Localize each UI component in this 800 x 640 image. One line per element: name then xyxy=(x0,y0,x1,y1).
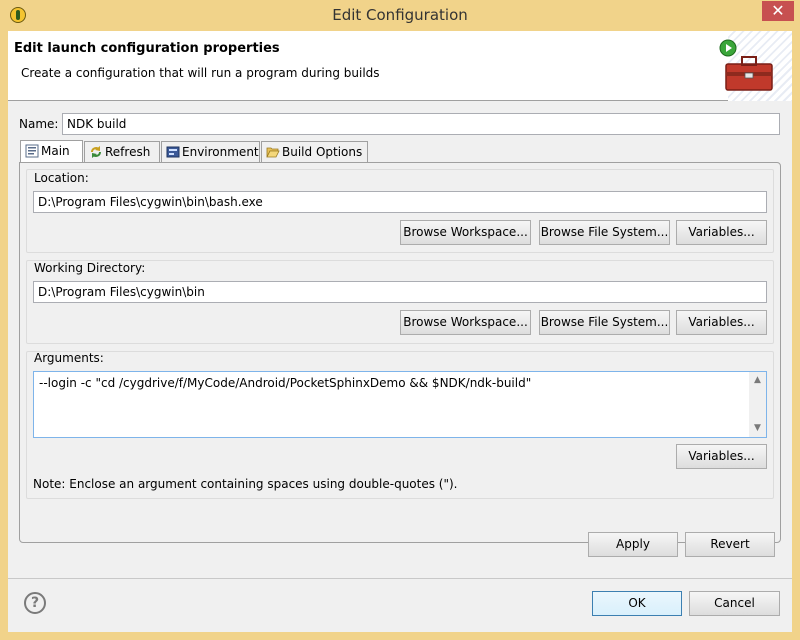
tab-main-label: Main xyxy=(41,144,70,158)
help-icon[interactable]: ? xyxy=(24,592,46,614)
tab-environment-label: Environment xyxy=(182,145,259,159)
location-browse-workspace-button[interactable]: Browse Workspace... xyxy=(400,220,531,245)
scroll-down-arrow-icon[interactable]: ▼ xyxy=(749,420,766,437)
folder-open-icon xyxy=(266,147,280,158)
tab-build-options-label: Build Options xyxy=(282,145,363,159)
arguments-variables-button[interactable]: Variables... xyxy=(676,444,767,469)
tab-build-options[interactable]: Build Options xyxy=(261,141,368,163)
working-directory-browse-filesystem-button[interactable]: Browse File System... xyxy=(539,310,670,335)
working-directory-variables-button[interactable]: Variables... xyxy=(676,310,767,335)
arguments-label: Arguments: xyxy=(34,351,104,365)
tab-environment[interactable]: Environment xyxy=(161,141,260,163)
window-title: Edit Configuration xyxy=(332,6,468,24)
main-content: Name: NDK build Main Refresh Environment… xyxy=(8,102,792,579)
toolbox-run-icon xyxy=(719,39,773,91)
arguments-note: Note: Enclose an argument containing spa… xyxy=(33,477,458,491)
dialog-window: Edit Configuration ✕ Edit launch configu… xyxy=(0,0,800,640)
tab-refresh-label: Refresh xyxy=(105,145,151,159)
scroll-up-arrow-icon[interactable]: ▲ xyxy=(749,372,766,389)
dialog-banner: Edit launch configuration properties Cre… xyxy=(8,31,792,101)
tab-refresh[interactable]: Refresh xyxy=(84,141,160,163)
tab-main[interactable]: Main xyxy=(20,140,83,163)
working-directory-browse-workspace-button[interactable]: Browse Workspace... xyxy=(400,310,531,335)
working-directory-input[interactable]: D:\Program Files\cygwin\bin xyxy=(33,281,767,303)
location-variables-button[interactable]: Variables... xyxy=(676,220,767,245)
revert-button[interactable]: Revert xyxy=(685,532,775,557)
dialog-client-area: Edit launch configuration properties Cre… xyxy=(8,31,792,632)
banner-description: Create a configuration that will run a p… xyxy=(21,66,380,80)
location-browse-filesystem-button[interactable]: Browse File System... xyxy=(539,220,670,245)
banner-title: Edit launch configuration properties xyxy=(14,41,280,56)
apply-button[interactable]: Apply xyxy=(588,532,678,557)
title-bar[interactable]: Edit Configuration ✕ xyxy=(0,0,800,31)
refresh-icon xyxy=(91,146,101,158)
working-directory-label: Working Directory: xyxy=(34,261,146,275)
location-label: Location: xyxy=(34,171,89,185)
close-button[interactable]: ✕ xyxy=(762,1,794,21)
location-input[interactable]: D:\Program Files\cygwin\bin\bash.exe xyxy=(33,191,767,213)
main-tab-icon xyxy=(25,144,39,158)
arguments-text: --login -c "cd /cygdrive/f/MyCode/Androi… xyxy=(39,376,532,390)
name-input[interactable]: NDK build xyxy=(62,113,780,135)
ok-button[interactable]: OK xyxy=(592,591,682,616)
name-label: Name: xyxy=(19,117,59,131)
arguments-textarea[interactable]: --login -c "cd /cygdrive/f/MyCode/Androi… xyxy=(33,371,767,438)
cancel-button[interactable]: Cancel xyxy=(689,591,780,616)
environment-icon xyxy=(166,146,180,158)
arguments-scrollbar[interactable]: ▲ ▼ xyxy=(749,372,766,437)
